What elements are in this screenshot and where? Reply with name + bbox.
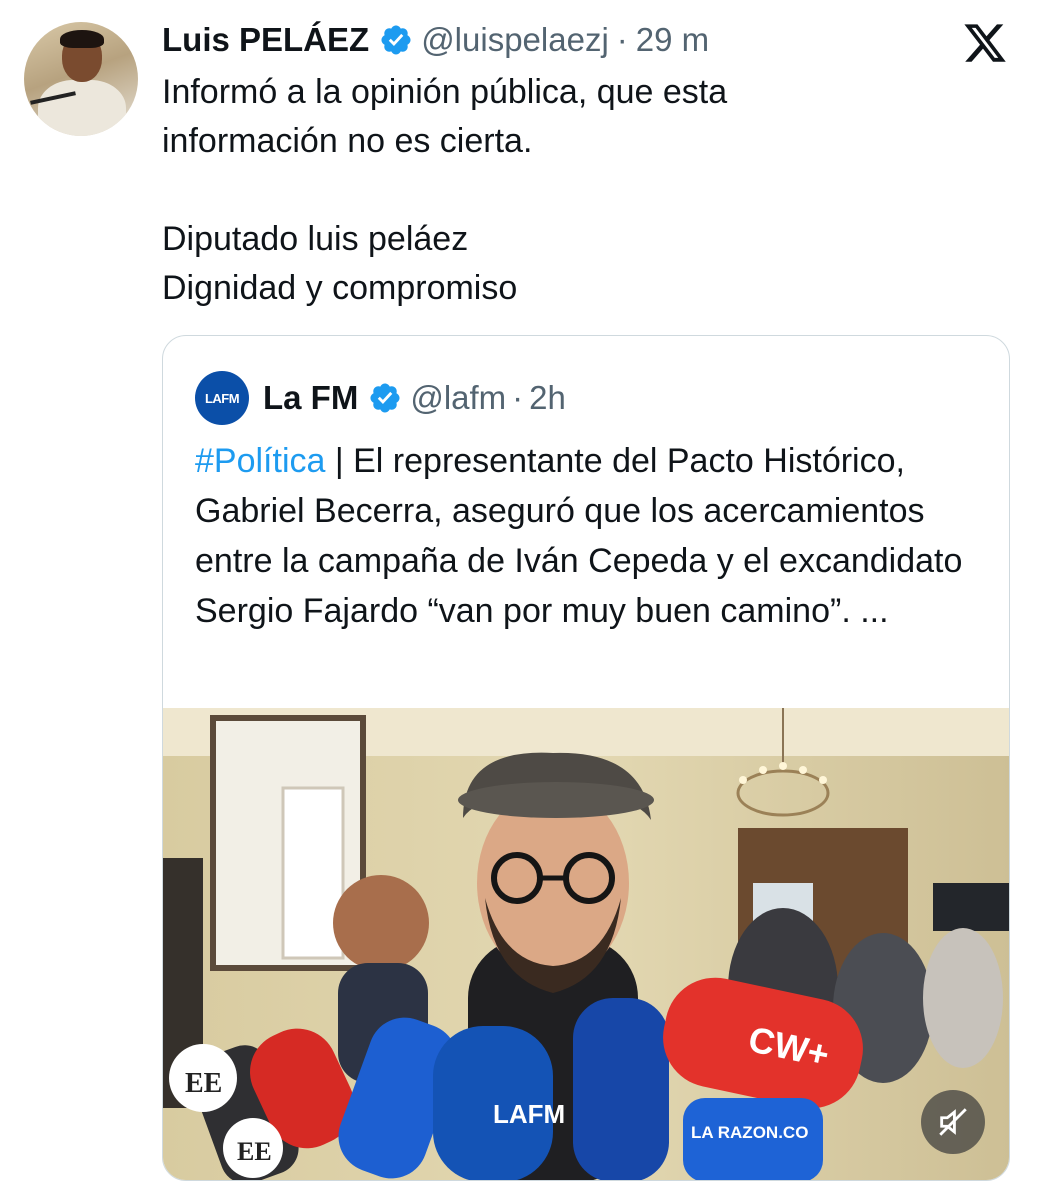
x-logo-icon[interactable] <box>962 20 1008 66</box>
separator-dot: · <box>616 21 628 58</box>
tweet-line: información no es cierta. <box>162 122 533 160</box>
tweet-line: Diputado luis peláez <box>162 220 469 258</box>
mic-label-ee: EE <box>237 1137 272 1166</box>
tweet-timestamp[interactable]: 29 m <box>636 21 709 59</box>
author-handle[interactable]: @luispelaezj <box>421 21 609 59</box>
mute-toggle-button[interactable] <box>921 1090 985 1154</box>
author-avatar[interactable] <box>24 22 138 136</box>
lafm-logo[interactable]: LAFM <box>195 371 249 425</box>
quoted-tweet-card[interactable]: LAFM La FM @lafm · 2h #Política | El rep… <box>162 335 1010 1181</box>
speaker-muted-icon <box>939 1108 967 1136</box>
avatar-hair <box>60 30 104 48</box>
wall-screen <box>933 883 1009 931</box>
quoted-author-handle[interactable]: @lafm <box>410 379 506 417</box>
separator-dot: · <box>512 379 524 416</box>
video-thumbnail[interactable]: LAFM CW+ LA RAZON.CO EE EE <box>163 708 1009 1180</box>
verified-badge-icon <box>370 383 400 413</box>
quoted-timestamp[interactable]: 2h <box>529 379 566 417</box>
hashtag-link[interactable]: #Política <box>195 442 325 480</box>
mic-label-larazon: LA RAZON.CO <box>691 1123 808 1142</box>
tweet-text: Informó a la opinión pública, que esta i… <box>162 68 1002 313</box>
quoted-author-name[interactable]: La FM <box>263 379 358 417</box>
verified-badge-icon <box>381 25 411 55</box>
tweet-line: Informó a la opinión pública, que esta <box>162 73 728 111</box>
quoted-tweet-header: LAFM La FM @lafm · 2h <box>195 370 566 426</box>
lafm-logo-text: LAFM <box>204 390 240 406</box>
author-name[interactable]: Luis PELÁEZ <box>162 21 369 59</box>
quoted-tweet-text: #Política | El representante del Pacto H… <box>195 436 985 636</box>
mic-label-lafm: LAFM <box>493 1099 565 1129</box>
avatar-body <box>38 80 126 136</box>
tweet-header: Luis PELÁEZ @luispelaezj · 29 m <box>162 18 709 62</box>
mic-label-ee: EE <box>185 1068 222 1099</box>
tweet-line: Dignidad y compromiso <box>162 269 518 307</box>
video-frame: LAFM CW+ LA RAZON.CO EE EE <box>163 708 1009 1180</box>
